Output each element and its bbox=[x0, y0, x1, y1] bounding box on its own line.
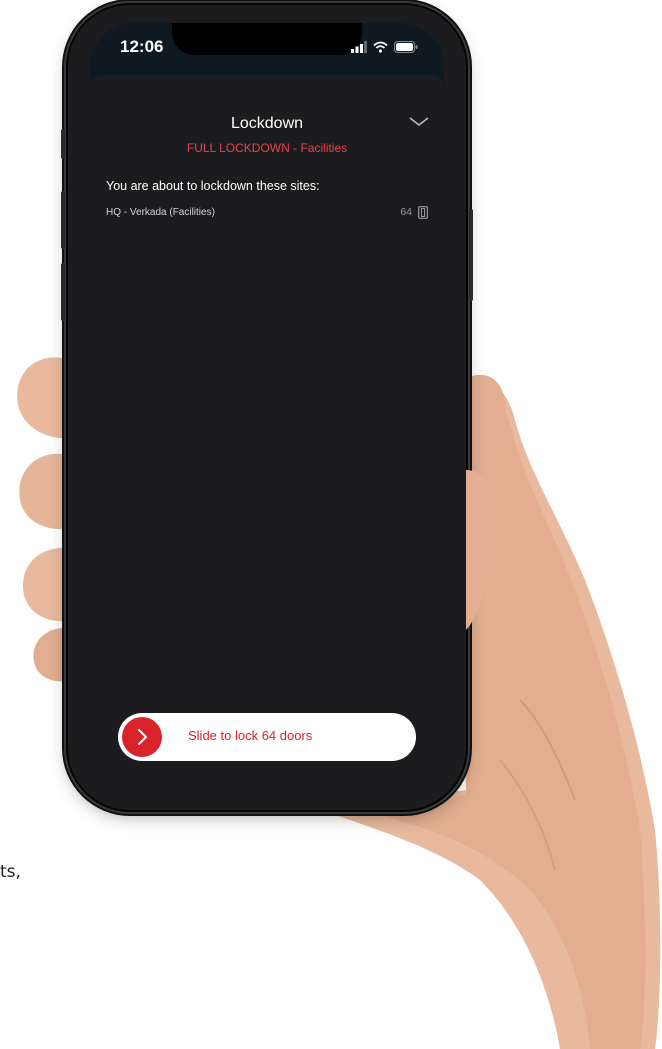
slider-label: Slide to lock 64 doors bbox=[188, 728, 313, 743]
volume-down-button-2 bbox=[61, 263, 65, 321]
site-door-count: 64 bbox=[400, 205, 428, 219]
lockdown-sheet: Lockdown FULL LOCKDOWN - Facilities You … bbox=[90, 75, 444, 793]
site-name: HQ - Verkada (Facilities) bbox=[106, 206, 215, 218]
status-time: 12:06 bbox=[120, 37, 164, 56]
battery-icon bbox=[394, 41, 418, 53]
slide-to-lock-slider[interactable]: Slide to lock 64 doors bbox=[118, 713, 416, 761]
status-icons bbox=[351, 41, 418, 53]
wifi-icon bbox=[373, 41, 388, 53]
sheet-title: Lockdown bbox=[230, 115, 304, 132]
door-icon bbox=[418, 205, 428, 219]
chevron-right-icon bbox=[138, 729, 147, 745]
slider-knob[interactable] bbox=[122, 717, 162, 757]
power-button bbox=[469, 209, 473, 301]
lockdown-type-subtitle: FULL LOCKDOWN - Facilities bbox=[186, 141, 348, 155]
signal-icon bbox=[351, 41, 367, 53]
status-bar: 12:06 bbox=[90, 23, 444, 75]
sites-heading: You are about to lockdown these sites: bbox=[106, 179, 320, 193]
phone-screen: 12:06 Lockdown FULL LOCKDOWN - Facilitie… bbox=[90, 23, 444, 793]
door-count-value: 64 bbox=[400, 206, 412, 218]
volume-down-button bbox=[61, 191, 65, 249]
site-list-item: HQ - Verkada (Facilities) 64 bbox=[106, 203, 428, 221]
volume-up-button bbox=[61, 129, 65, 159]
chevron-down-icon[interactable] bbox=[408, 113, 430, 129]
camera-notch bbox=[172, 23, 362, 55]
background-page-text: ts, bbox=[0, 862, 21, 882]
phone-frame: 12:06 Lockdown FULL LOCKDOWN - Facilitie… bbox=[61, 5, 473, 810]
